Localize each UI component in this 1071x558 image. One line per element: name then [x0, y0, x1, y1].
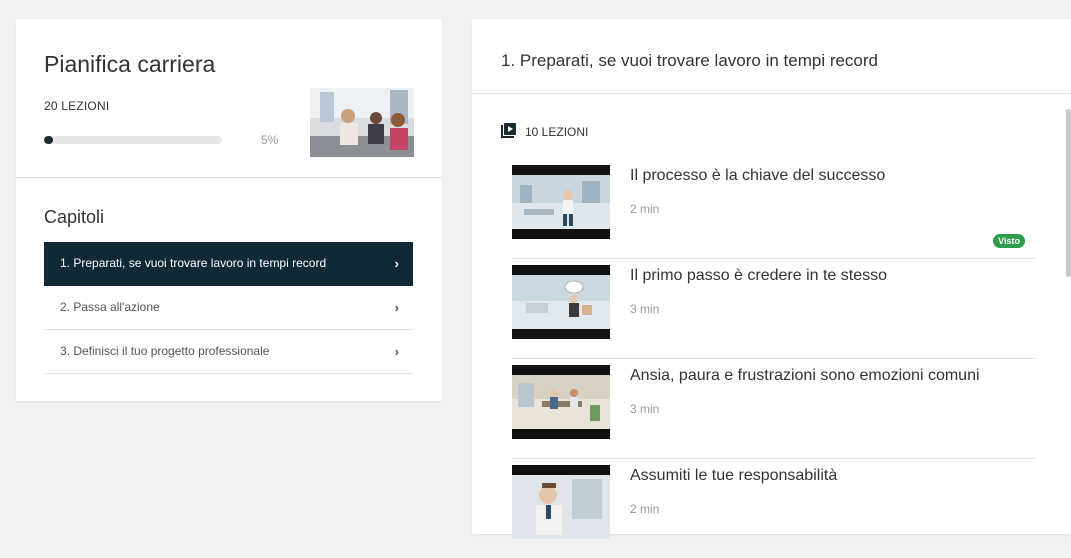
- chapters-heading: Capitoli: [44, 207, 105, 227]
- lesson-title[interactable]: Il processo è la chiave del successo: [630, 167, 885, 185]
- lesson-title[interactable]: Il primo passo è credere in te stesso: [630, 267, 887, 285]
- chapter-list: 1. Preparati, se vuoi trovare lavoro in …: [44, 242, 413, 374]
- course-progress-fill: [44, 136, 53, 144]
- lesson-item[interactable]: Ansia, paura e frustrazioni sono emozion…: [512, 359, 1035, 459]
- chapter-label: 1. Preparati, se vuoi trovare lavoro in …: [60, 256, 327, 270]
- chevron-right-icon: ›: [394, 300, 399, 315]
- course-progress-bar: [44, 136, 222, 144]
- lesson-duration: 2 min: [630, 502, 660, 516]
- lesson-title[interactable]: Ansia, paura e frustrazioni sono emozion…: [630, 367, 980, 385]
- lesson-duration: 2 min: [630, 202, 660, 216]
- course-progress-percent: 5%: [261, 133, 279, 147]
- scrollbar[interactable]: [1066, 109, 1071, 277]
- lesson-thumbnail[interactable]: [512, 365, 610, 439]
- lesson-duration: 3 min: [630, 302, 660, 316]
- section-lessons-count: 10 LEZIONI: [525, 125, 589, 139]
- section-panel: 1. Preparati, se vuoi trovare lavoro in …: [472, 19, 1071, 539]
- course-lessons-count: 20 LEZIONI: [44, 99, 110, 113]
- chapter-item-1[interactable]: 1. Preparati, se vuoi trovare lavoro in …: [44, 242, 413, 286]
- course-title: Pianifica carriera: [44, 51, 216, 77]
- chevron-right-icon: ›: [394, 256, 399, 271]
- lesson-list: Il processo è la chiave del successo 2 m…: [512, 159, 1035, 558]
- lesson-item[interactable]: Il primo passo è credere in te stesso 3 …: [512, 259, 1035, 359]
- chevron-right-icon: ›: [394, 344, 399, 359]
- lesson-thumbnail[interactable]: [512, 265, 610, 339]
- chapter-item-2[interactable]: 2. Passa all'azione ›: [44, 286, 413, 330]
- section-divider: [472, 93, 1071, 94]
- section-title: 1. Preparati, se vuoi trovare lavoro in …: [501, 51, 879, 70]
- course-thumbnail: [310, 88, 414, 157]
- lesson-thumbnail[interactable]: [512, 465, 610, 539]
- lesson-item[interactable]: Il processo è la chiave del successo 2 m…: [512, 159, 1035, 259]
- watched-badge: Visto: [993, 234, 1025, 248]
- course-card: Pianifica carriera 20 LEZIONI 5% Capitol…: [16, 19, 442, 401]
- chapter-item-3[interactable]: 3. Definisci il tuo progetto professiona…: [44, 330, 413, 374]
- chapter-label: 3. Definisci il tuo progetto professiona…: [60, 344, 270, 358]
- video-library-icon: [501, 123, 516, 138]
- lesson-title[interactable]: Assumiti le tue responsabilità: [630, 467, 837, 485]
- lesson-item[interactable]: Assumiti le tue responsabilità 2 min: [512, 459, 1035, 558]
- lesson-duration: 3 min: [630, 402, 660, 416]
- course-header: Pianifica carriera 20 LEZIONI 5%: [16, 19, 442, 178]
- lesson-thumbnail[interactable]: [512, 165, 610, 239]
- chapter-label: 2. Passa all'azione: [60, 300, 160, 314]
